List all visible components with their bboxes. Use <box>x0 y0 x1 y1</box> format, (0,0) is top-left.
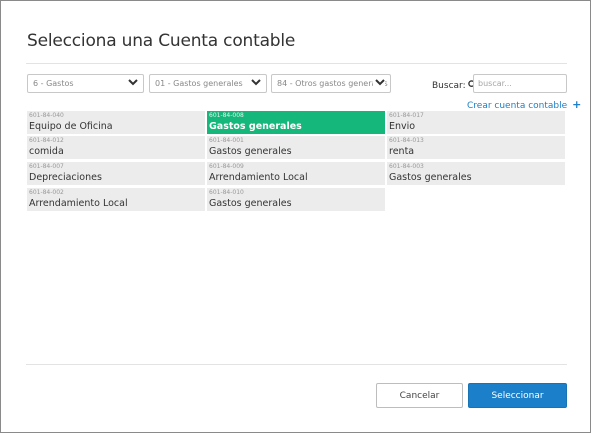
plus-icon: + <box>572 98 582 111</box>
account-card[interactable]: 601-84-009 Arrendamiento Local <box>207 162 385 185</box>
account-card[interactable]: 601-84-017 Envio <box>387 111 565 134</box>
account-card[interactable]: 601-84-001 Gastos generales <box>207 136 385 159</box>
filter-select-group-value: 6 - Gastos <box>33 79 74 88</box>
chevron-down-icon <box>251 79 261 88</box>
dialog-title: Selecciona una Cuenta contable <box>27 31 296 51</box>
account-card[interactable]: 601-84-010 Gastos generales <box>207 188 385 211</box>
account-card[interactable]: 601-84-003 Gastos generales <box>387 162 565 185</box>
filter-select-subgroup[interactable]: 01 - Gastos generales <box>149 74 267 93</box>
filter-select-subaccount-value: 84 - Otros gastos generales <box>277 79 388 88</box>
search-input[interactable] <box>473 74 567 93</box>
chevron-down-icon <box>128 79 138 88</box>
account-card[interactable]: 601-84-012 comida <box>27 136 205 159</box>
cancel-button[interactable]: Cancelar <box>376 383 463 408</box>
create-account-link[interactable]: Crear cuenta contable + <box>467 98 581 111</box>
select-button[interactable]: Seleccionar <box>468 383 567 408</box>
filter-select-subgroup-value: 01 - Gastos generales <box>155 79 243 88</box>
select-account-dialog: Selecciona una Cuenta contable 6 - Gasto… <box>0 0 591 433</box>
chevron-down-icon <box>373 79 385 88</box>
header-divider <box>26 63 567 64</box>
account-card[interactable]: 601-84-007 Depreciaciones <box>27 162 205 185</box>
filter-select-subaccount[interactable]: 84 - Otros gastos generales <box>271 74 391 93</box>
account-card[interactable]: 601-84-013 renta <box>387 136 565 159</box>
footer-divider <box>26 364 567 365</box>
search-label: Buscar: <box>432 80 478 91</box>
account-card[interactable]: 601-84-002 Arrendamiento Local <box>27 188 205 211</box>
filter-select-group[interactable]: 6 - Gastos <box>27 74 144 93</box>
account-card[interactable]: 601-84-040 Equipo de Oficina <box>27 111 205 134</box>
account-card-selected[interactable]: 601-84-008 Gastos generales <box>207 111 385 134</box>
